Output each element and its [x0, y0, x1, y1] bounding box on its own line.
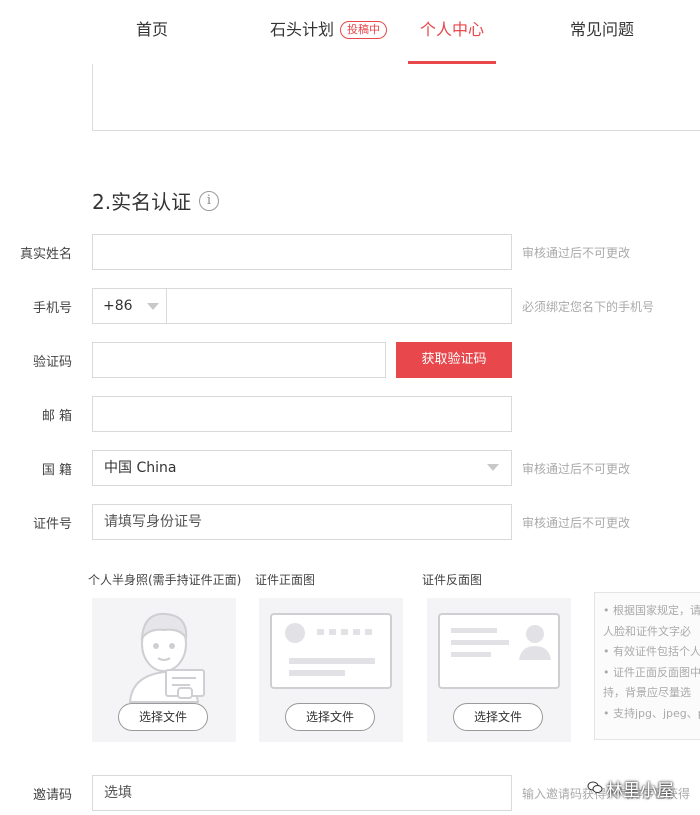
- code-label: 验证码: [32, 355, 72, 370]
- upload-caption-selfie: 个人半身照(需手持证件正面): [88, 573, 242, 587]
- upload-card-front[interactable]: 选择文件: [259, 598, 403, 742]
- real-name-hint: 审核通过后不可更改: [522, 246, 631, 260]
- note-line: 持，背景应尽量选: [603, 686, 691, 699]
- note-line: • 根据国家规定，请: [603, 604, 700, 617]
- choose-file-button[interactable]: 选择文件: [118, 703, 208, 731]
- upload-requirements-notes: • 根据国家规定，请 人脸和证件文字必 • 有效证件包括个人 • 证件正面反面图…: [594, 592, 700, 740]
- invite-code-input[interactable]: 选填: [92, 775, 512, 811]
- note-line: • 证件正面反面图中: [603, 665, 700, 679]
- chevron-down-icon: [147, 303, 159, 310]
- choose-file-button[interactable]: 选择文件: [285, 703, 375, 731]
- real-name-input[interactable]: [92, 234, 512, 270]
- note-line: • 有效证件包括个人: [603, 645, 700, 658]
- info-icon[interactable]: i: [199, 191, 219, 211]
- nationality-hint: 审核通过后不可更改: [522, 462, 631, 476]
- country-code-value: +86: [103, 298, 133, 314]
- upload-card-back[interactable]: 选择文件: [427, 598, 571, 742]
- id-number-input[interactable]: 请填写身份证号: [92, 504, 512, 540]
- phone-label: 手机号: [32, 301, 72, 316]
- nav-label: 石头计划: [270, 20, 335, 39]
- phone-hint: 必须绑定您名下的手机号: [522, 300, 655, 314]
- choose-file-button[interactable]: 选择文件: [453, 703, 543, 731]
- nav-item-home[interactable]: 首页: [136, 16, 168, 40]
- code-input[interactable]: [92, 342, 386, 378]
- section-title: 2.实名认证: [92, 190, 192, 214]
- id-number-hint: 审核通过后不可更改: [522, 516, 631, 530]
- nav-label: 首页: [136, 20, 169, 39]
- previous-textarea[interactable]: [92, 64, 700, 131]
- nav-label: 常见问题: [570, 20, 635, 39]
- upload-caption-front: 证件正面图: [255, 573, 316, 587]
- nav-item-stone-plan[interactable]: 石头计划 投稿中: [270, 16, 388, 40]
- nationality-value: 中国 China: [104, 460, 177, 476]
- nationality-label: 国 籍: [41, 463, 72, 478]
- phone-input[interactable]: [166, 288, 512, 324]
- note-line: • 支持jpg、jpeg、pr: [603, 706, 700, 720]
- nav-label: 个人中心: [420, 20, 485, 39]
- get-code-button[interactable]: 获取验证码: [396, 342, 512, 378]
- top-nav: 首页 石头计划 投稿中 个人中心 常见问题: [0, 0, 700, 64]
- nav-item-faq[interactable]: 常见问题: [570, 16, 634, 40]
- upload-caption-back: 证件反面图: [422, 573, 483, 587]
- chevron-down-icon: [487, 464, 499, 471]
- real-name-label: 真实姓名: [19, 247, 72, 262]
- upload-card-selfie[interactable]: 选择文件: [92, 598, 236, 742]
- watermark: 林里小屋: [606, 781, 674, 801]
- nav-item-profile[interactable]: 个人中心: [420, 16, 484, 40]
- note-line: 人脸和证件文字必: [603, 624, 691, 638]
- email-label: 邮 箱: [41, 409, 72, 424]
- status-badge: 投稿中: [340, 21, 388, 39]
- email-input[interactable]: [92, 396, 512, 432]
- nationality-select[interactable]: 中国 China: [92, 450, 512, 486]
- invite-label: 邀请码: [32, 788, 72, 803]
- id-number-label: 证件号: [32, 517, 72, 532]
- wechat-icon: [587, 781, 603, 793]
